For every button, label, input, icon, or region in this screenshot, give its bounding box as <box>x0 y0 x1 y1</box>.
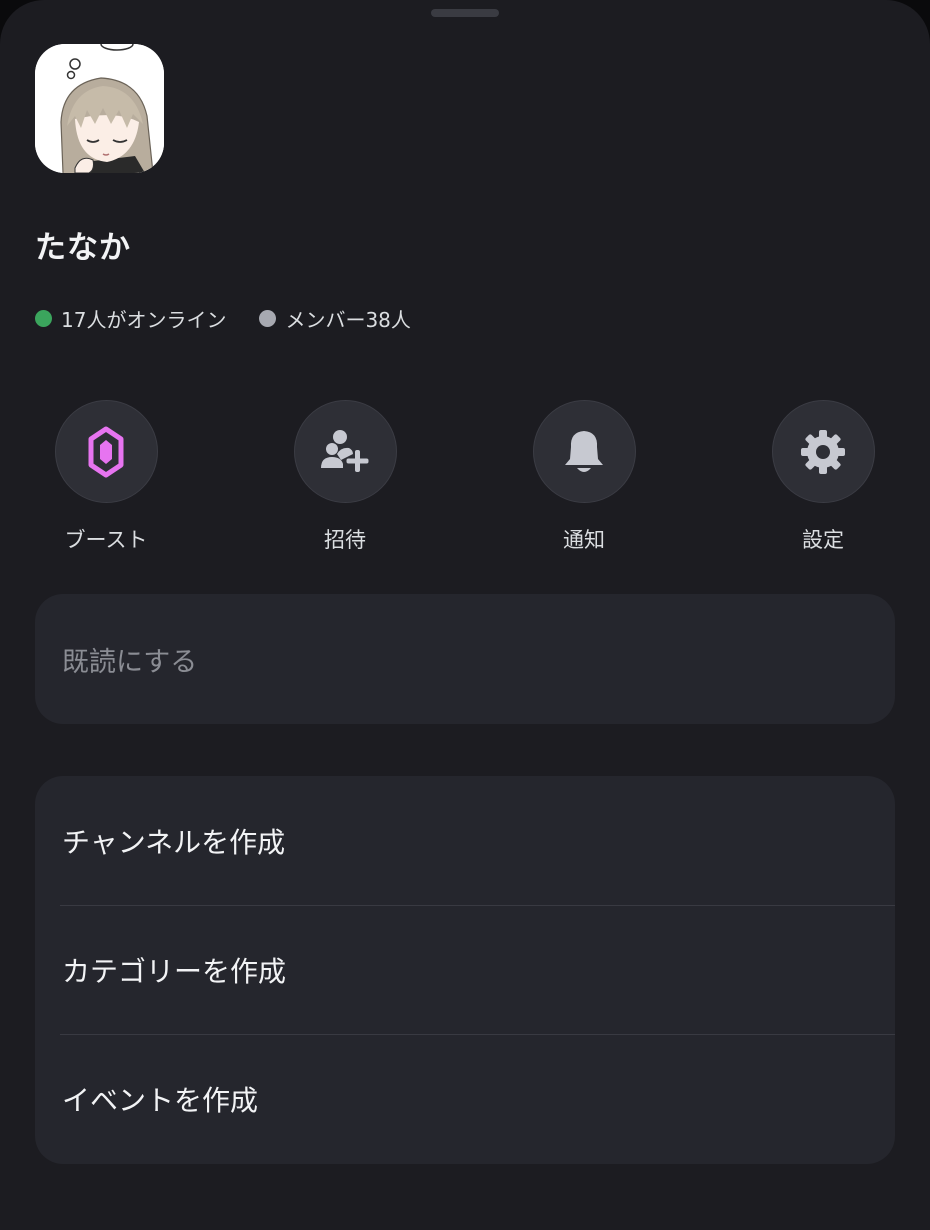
server-name: たなか <box>35 230 131 266</box>
online-count: 17人がオンライン <box>61 307 227 332</box>
create-event-label: イベントを作成 <box>62 1083 259 1117</box>
members-stat: メンバー38人 <box>259 304 411 333</box>
settings-label: 設定 <box>802 528 844 552</box>
invite-label: 招待 <box>324 528 366 552</box>
notifications-label: 通知 <box>563 528 605 552</box>
settings-button[interactable]: 設定 <box>753 400 893 554</box>
server-avatar <box>35 44 164 173</box>
create-channel-label: チャンネルを作成 <box>62 825 286 859</box>
settings-circle[interactable] <box>771 400 875 503</box>
boost-label: ブースト <box>64 528 148 552</box>
notifications-button[interactable]: 通知 <box>514 400 654 554</box>
create-menu-card: チャンネルを作成 カテゴリーを作成 イベントを作成 <box>35 776 895 1164</box>
invite-user-plus-icon <box>321 429 369 472</box>
invite-circle[interactable] <box>293 400 397 503</box>
create-event-item[interactable]: イベントを作成 <box>35 1034 895 1163</box>
create-category-item[interactable]: カテゴリーを作成 <box>35 905 895 1034</box>
invite-button[interactable]: 招待 <box>275 400 415 554</box>
notifications-circle[interactable] <box>532 400 636 503</box>
gear-icon <box>801 429 845 474</box>
online-status-dot <box>35 309 52 327</box>
sheet-drag-handle[interactable] <box>431 9 499 17</box>
members-status-dot <box>259 309 277 327</box>
quick-actions: ブースト 招待 通知 設定 <box>0 400 930 560</box>
bell-icon <box>565 430 603 472</box>
member-stats: 17人がオンライン メンバー38人 <box>35 303 411 333</box>
member-count: メンバー38人 <box>285 307 411 332</box>
create-channel-item[interactable]: チャンネルを作成 <box>35 776 895 905</box>
boost-gem-icon <box>88 426 124 477</box>
create-category-label: カテゴリーを作成 <box>62 954 287 988</box>
mark-as-read-button[interactable]: 既読にする <box>35 594 895 724</box>
mark-as-read-label: 既読にする <box>62 646 198 678</box>
boost-circle[interactable] <box>54 400 158 503</box>
boost-button[interactable]: ブースト <box>36 400 176 554</box>
online-stat: 17人がオンライン <box>35 304 226 333</box>
server-menu-sheet: たなか 17人がオンライン メンバー38人 ブースト 招待 通知 設定 既読にす… <box>0 0 930 1230</box>
